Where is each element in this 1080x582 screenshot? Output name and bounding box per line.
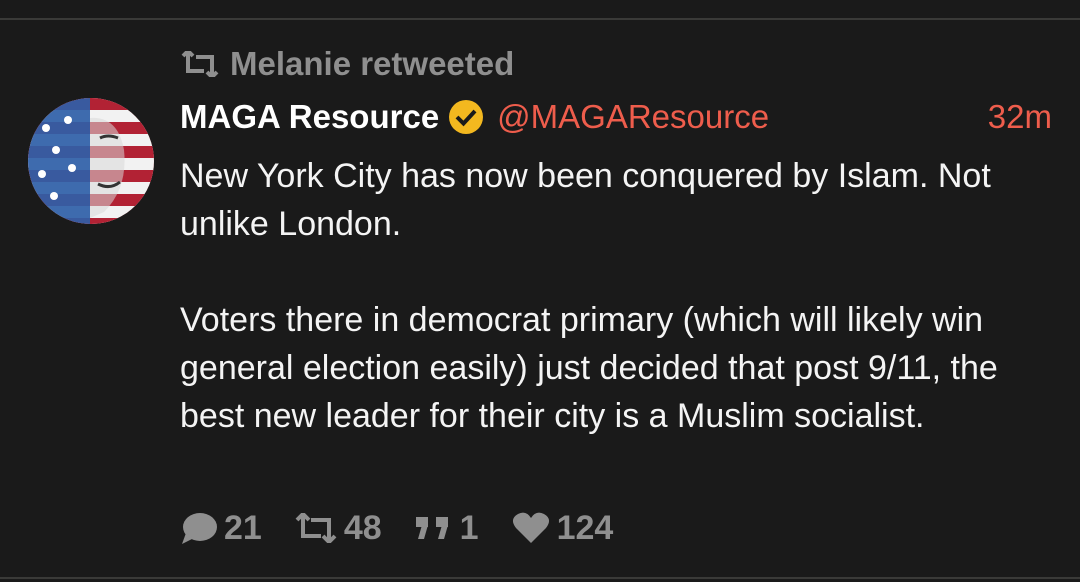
tweet-paragraph: Voters there in democrat primary (which …: [180, 301, 998, 435]
quote-icon: [414, 513, 454, 543]
reply-icon: [180, 511, 218, 545]
retweet-context[interactable]: Melanie retweeted: [180, 44, 514, 84]
retweet-icon: [294, 513, 338, 543]
bottom-divider: [0, 577, 1080, 579]
tweet-paragraph: New York City has now been conquered by …: [180, 157, 991, 243]
avatar[interactable]: [28, 98, 154, 224]
top-divider: [0, 18, 1080, 20]
heart-icon: [511, 511, 551, 545]
quote-count: 1: [459, 508, 479, 547]
quote-button[interactable]: 1: [414, 509, 479, 548]
tweet-text: New York City has now been conquered by …: [180, 152, 1060, 440]
verified-badge-icon: [447, 98, 485, 136]
like-count: 124: [556, 508, 614, 547]
retweet-icon: [180, 51, 220, 77]
timestamp[interactable]: 32m: [988, 98, 1052, 136]
tweet-actions: 21 48 1 124: [180, 506, 645, 550]
tweet-header: MAGA Resource @MAGAResource 32m: [180, 94, 1052, 140]
user-handle[interactable]: @MAGAResource: [497, 98, 769, 136]
reply-count: 21: [224, 508, 262, 547]
retweet-button[interactable]: 48: [294, 509, 382, 548]
like-button[interactable]: 124: [511, 508, 614, 548]
retweet-text: Melanie retweeted: [230, 45, 515, 82]
retweet-count: 48: [343, 508, 382, 547]
reply-button[interactable]: 21: [180, 509, 262, 548]
display-name[interactable]: MAGA Resource: [180, 98, 439, 136]
